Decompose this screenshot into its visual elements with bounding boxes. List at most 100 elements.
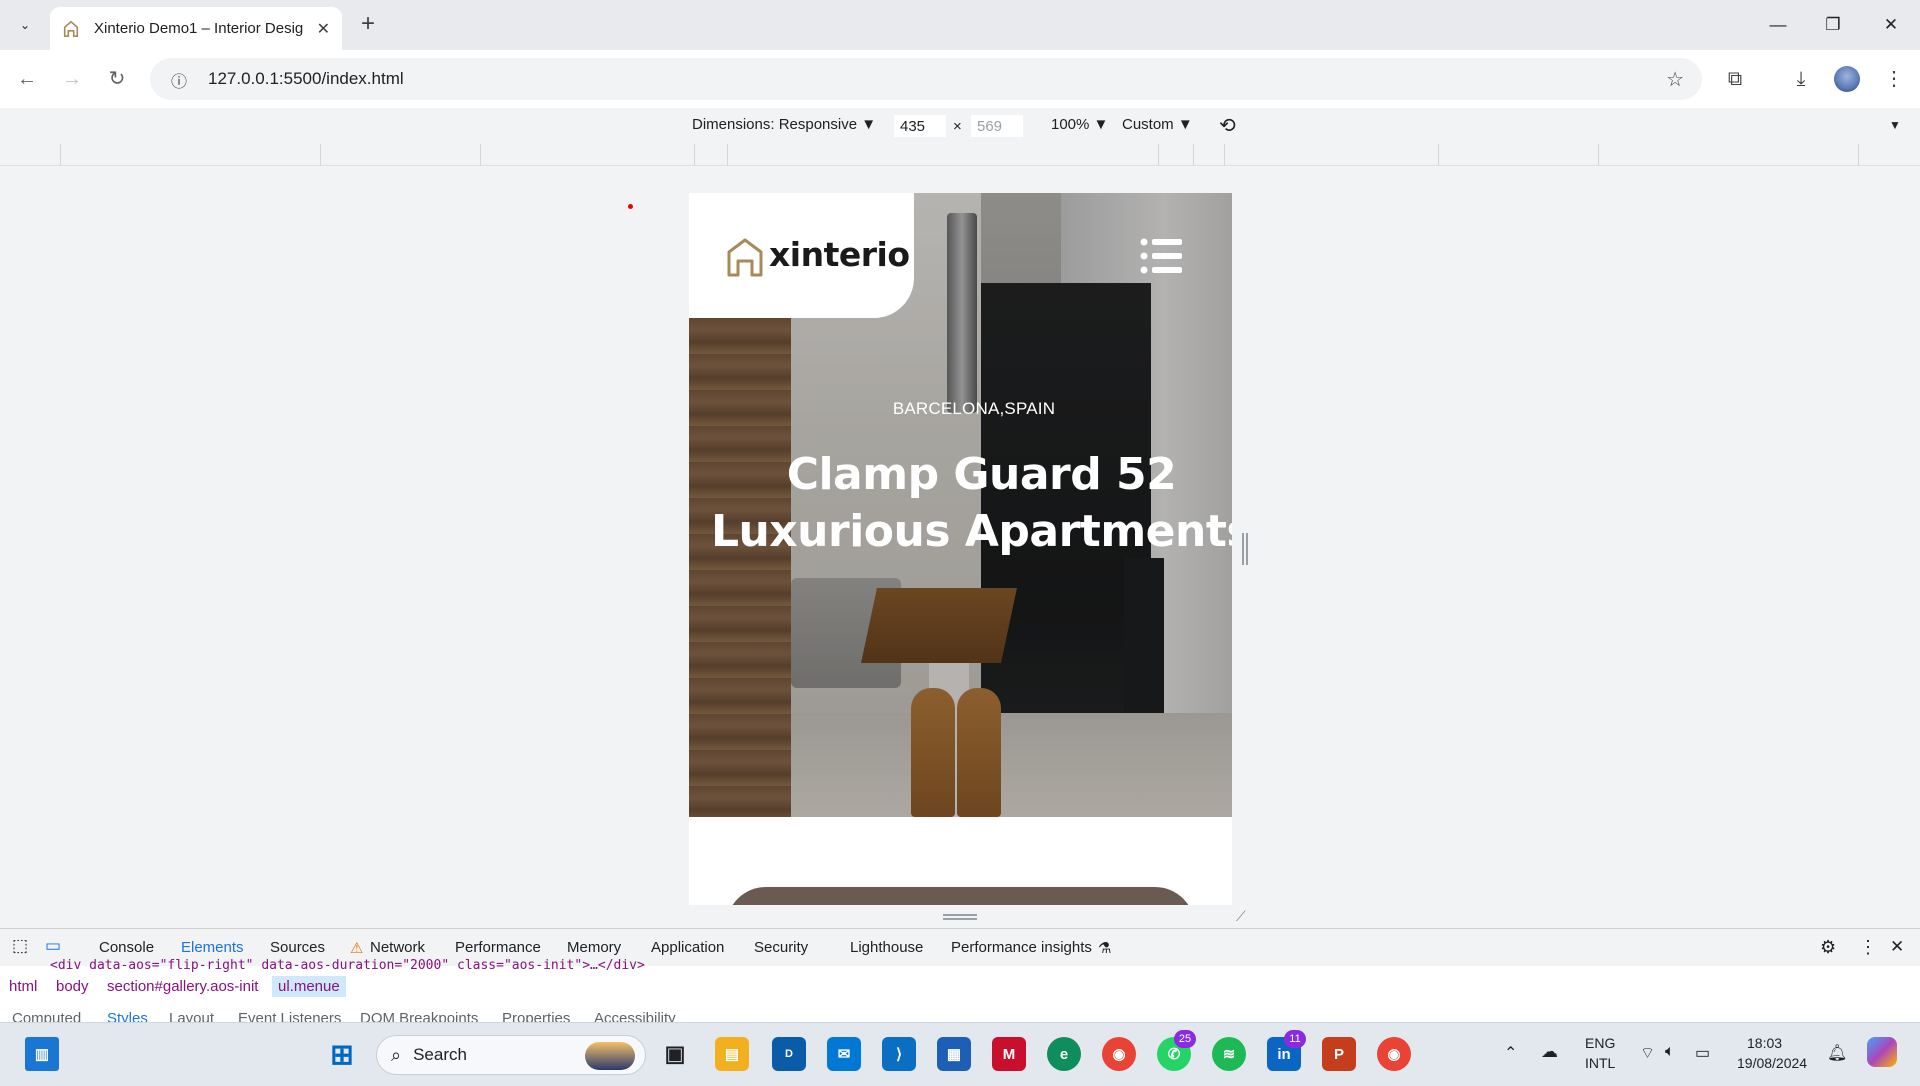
ruler-mark [727, 144, 728, 166]
subtab-layout[interactable]: Layout [169, 1010, 214, 1022]
tab-application[interactable]: Application [651, 939, 724, 956]
onedrive-icon[interactable]: ☁ [1541, 1042, 1558, 1062]
profile-avatar[interactable] [1834, 66, 1860, 92]
subtab-computed[interactable]: Computed [12, 1010, 81, 1022]
mail-icon[interactable]: ✉ [827, 1037, 861, 1071]
inspect-element-icon[interactable]: ⬚ [12, 936, 28, 956]
clock-time[interactable]: 18:03 [1747, 1035, 1782, 1051]
dom-code-line[interactable]: <div data-aos="flip-right" data-aos-dura… [50, 958, 700, 972]
taskbar-search[interactable]: ⌕ Search [376, 1035, 646, 1075]
logo-card[interactable]: xinterio [689, 193, 914, 318]
subtab-dom-breakpoints[interactable]: DOM Breakpoints [360, 1010, 478, 1022]
crumb-section[interactable]: section#gallery.aos-init [107, 978, 258, 995]
tab-title: Xinterio Demo1 – Interior Desig [94, 20, 304, 37]
subtab-accessibility[interactable]: Accessibility [594, 1010, 676, 1022]
ruler-mark [1158, 144, 1159, 166]
devtools-more-icon[interactable]: ⋮ [1859, 937, 1877, 958]
notification-bell-icon[interactable]: 🔔︎ [1827, 1043, 1847, 1063]
rotate-icon[interactable]: ⟲ [1219, 113, 1236, 138]
edge-icon[interactable]: e [1047, 1037, 1081, 1071]
mcafee-icon[interactable]: M [992, 1037, 1026, 1071]
tab-strip: ⌄ Xinterio Demo1 – Interior Desig ✕ + — … [0, 0, 1920, 50]
device-toolbar: Dimensions: Responsive ▼ × 100% ▼ Custom… [0, 108, 1920, 144]
tray-chevron-icon[interactable]: ⌃ [1504, 1043, 1517, 1063]
site-info-icon[interactable]: ⓘ [168, 68, 190, 91]
height-input[interactable] [970, 114, 1024, 138]
device-options-icon[interactable]: ▼ [1889, 118, 1901, 132]
volume-icon[interactable]: 🔈︎ [1665, 1043, 1675, 1061]
wifi-icon[interactable]: ⌔ [1640, 1043, 1655, 1063]
width-input[interactable] [893, 114, 947, 138]
devtools-close-icon[interactable]: ✕ [1890, 937, 1904, 957]
reload-icon[interactable]: ↻ [102, 64, 132, 94]
media-query-ruler[interactable] [0, 144, 1920, 166]
tab-sources[interactable]: Sources [270, 939, 325, 956]
device-toggle-icon[interactable]: ▭ [45, 936, 61, 956]
tab-elements[interactable]: Elements [181, 939, 244, 956]
back-icon[interactable]: ← [12, 64, 42, 94]
minimize-icon[interactable]: — [1758, 10, 1798, 40]
bookmark-star-icon[interactable]: ☆ [1666, 67, 1684, 92]
crumb-body[interactable]: body [56, 978, 89, 995]
ruler-mark [1438, 144, 1439, 166]
tab-performance[interactable]: Performance [455, 939, 541, 956]
cursor-marker [628, 204, 633, 209]
crumb-ul-menue[interactable]: ul.menue [272, 976, 346, 997]
hero-title-line1: Clamp Guard 52 [786, 449, 1177, 500]
tab-console[interactable]: Console [99, 939, 154, 956]
window-close-icon[interactable]: ✕ [1871, 10, 1911, 40]
ruler-mark [320, 144, 321, 166]
spotify-icon[interactable]: ≋ [1212, 1037, 1246, 1071]
copilot-icon[interactable] [1867, 1037, 1897, 1067]
crumb-html[interactable]: html [9, 978, 37, 995]
store-icon[interactable]: ▦ [937, 1037, 971, 1071]
throttle-dropdown[interactable]: Custom ▼ [1122, 116, 1193, 133]
active-tab[interactable]: Xinterio Demo1 – Interior Desig ✕ [50, 7, 342, 50]
tab-memory[interactable]: Memory [567, 939, 621, 956]
chrome-profile-icon[interactable]: ◉ [1102, 1037, 1136, 1071]
xinterio-favicon-icon [63, 20, 79, 37]
tab-network[interactable]: Network [370, 939, 425, 956]
task-view-icon[interactable]: ▣ [658, 1037, 692, 1071]
vscode-icon[interactable]: ⟩ [882, 1037, 916, 1071]
subtab-event-listeners[interactable]: Event Listeners [238, 1010, 341, 1022]
new-tab-button[interactable]: + [354, 11, 382, 39]
resize-corner-icon[interactable]: ⟋ [1236, 908, 1250, 924]
windows-start-icon[interactable]: ⊞ [325, 1037, 359, 1071]
forward-icon[interactable]: → [57, 64, 87, 94]
tab-lighthouse[interactable]: Lighthouse [850, 939, 923, 956]
resize-bottom-handle[interactable] [943, 914, 977, 920]
language-line2[interactable]: INTL [1585, 1055, 1615, 1071]
language-line1[interactable]: ENG [1585, 1035, 1615, 1051]
logo-text: xinterio [769, 235, 910, 274]
tab-performance-insights[interactable]: Performance insights [951, 939, 1092, 956]
tab-close-icon[interactable]: ✕ [317, 19, 330, 39]
subtab-styles[interactable]: Styles [107, 1010, 148, 1022]
more-menu-icon[interactable]: ⋮ [1879, 64, 1909, 94]
powerpoint-icon[interactable]: P [1322, 1037, 1356, 1071]
tab-search-chevron-icon[interactable]: ⌄ [12, 12, 38, 38]
devtools-settings-icon[interactable]: ⚙ [1820, 937, 1836, 958]
download-icon[interactable]: ⤓ [1786, 64, 1816, 94]
widgets-icon[interactable]: ▥ [25, 1037, 59, 1071]
windows-taskbar: ▥ ⊞ ⌕ Search ▣ ▤ D ✉ ⟩ ▦ M e ◉ ✆ 25 ≋ in… [0, 1022, 1920, 1086]
restore-icon[interactable]: ❐ [1813, 10, 1853, 40]
dimensions-dropdown[interactable]: Dimensions: Responsive ▼ [692, 116, 876, 133]
dimension-times: × [953, 118, 962, 135]
zoom-dropdown[interactable]: 100% ▼ [1051, 116, 1108, 133]
subtab-properties[interactable]: Properties [502, 1010, 570, 1022]
hero-title-line2: Luxurious Apartments [710, 506, 1232, 557]
tab-security[interactable]: Security [754, 939, 808, 956]
clock-date[interactable]: 19/08/2024 [1737, 1055, 1807, 1071]
file-explorer-icon[interactable]: ▤ [715, 1037, 749, 1071]
warning-icon: ⚠ [350, 940, 364, 957]
resize-side-handle[interactable] [1242, 533, 1248, 565]
taskbar-search-label: Search [413, 1045, 467, 1064]
dell-icon[interactable]: D [772, 1037, 806, 1071]
extensions-icon[interactable]: ⧉ [1720, 64, 1750, 94]
menu-list-icon[interactable] [1140, 238, 1182, 274]
chrome-icon[interactable]: ◉ [1377, 1037, 1411, 1071]
address-bar[interactable]: ⓘ 127.0.0.1:5500/index.html ☆ [150, 58, 1702, 100]
ruler-mark [60, 144, 61, 166]
battery-icon[interactable]: ▭ [1695, 1043, 1710, 1063]
